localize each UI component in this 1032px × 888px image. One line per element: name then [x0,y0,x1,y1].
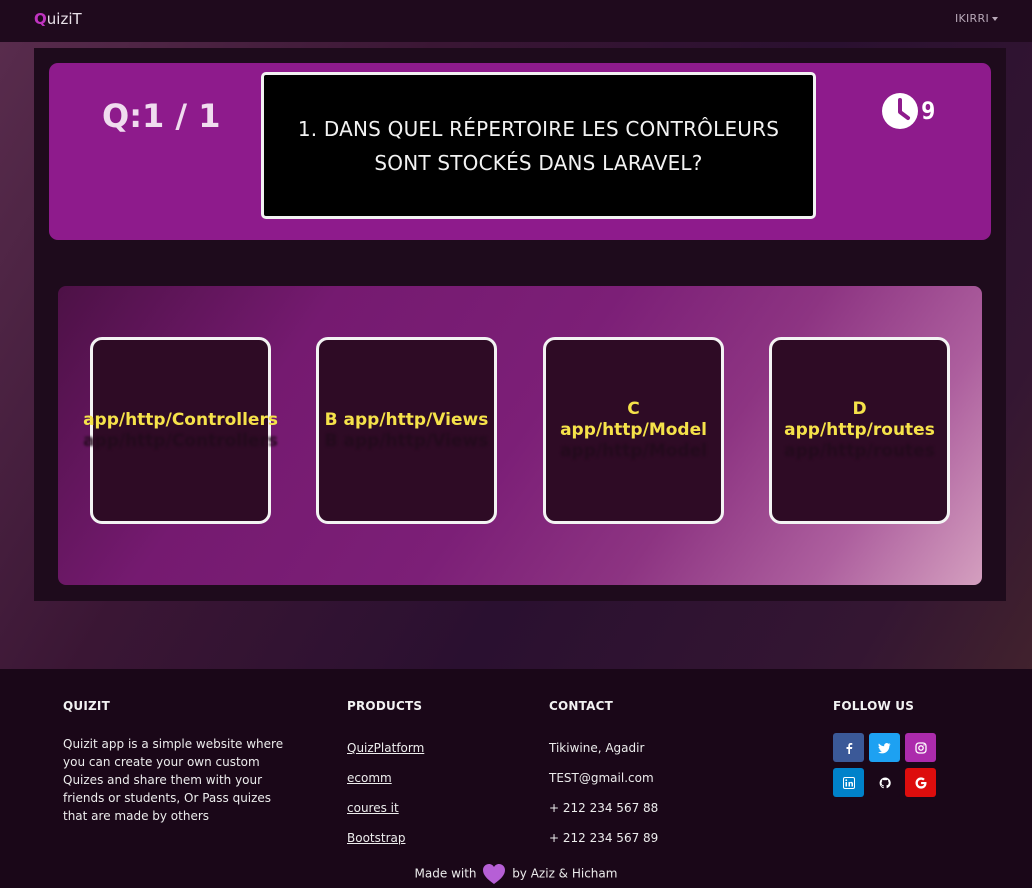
google-icon[interactable] [905,768,936,797]
caret-down-icon [992,17,998,21]
footer-link-coures-it[interactable]: coures it [347,799,424,829]
answer-label-shadow: B app/http/Views [324,430,489,451]
navbar: QuiziT IKIRRI [0,0,1032,42]
answers-area: app/http/Controllers app/http/Controller… [58,286,982,585]
answer-option-a[interactable]: app/http/Controllers app/http/Controller… [83,337,278,524]
credit-line: Made with by Aziz & Hicham [0,863,1032,885]
footer-link-quizplatform[interactable]: QuizPlatform [347,739,424,769]
credit-prefix: Made with [414,866,477,881]
footer-follow-heading: FOLLOW US [833,699,915,713]
contact-phone-2: + 212 234 567 89 [549,831,659,845]
footer-contact: CONTACT Tikiwine, Agadir TEST@gmail.com … [549,699,658,859]
facebook-icon[interactable] [833,733,864,762]
answer-label-shadow: app/http/Model [560,441,707,461]
social-links [833,733,936,797]
answer-label: app/http/Controllers [83,409,278,430]
question-counter: Q:1 / 1 [102,97,221,135]
answer-label-shadow: app/http/routes [784,441,935,461]
footer: QUIZIT Quizit app is a simple website wh… [0,669,1032,888]
contact-phone-1: + 212 234 567 88 [549,801,659,815]
footer-link-ecomm[interactable]: ecomm [347,769,424,799]
twitter-icon[interactable] [869,733,900,762]
question-box: 1. DANS QUEL RÉPERTOIRE LES CONTRÔLEURS … [261,72,816,219]
answer-option-c[interactable]: C app/http/Model app/http/Model [543,337,724,524]
footer-products-heading: PRODUCTS [347,699,423,713]
footer-products: PRODUCTS QuizPlatform ecomm coures it Bo… [347,699,424,859]
answer-label: C app/http/Model [560,399,707,440]
footer-about-heading: QUIZIT [63,699,110,713]
contact-email: TEST@gmail.com [549,771,654,785]
footer-link-bootstrap[interactable]: Bootstrap [347,829,424,859]
answer-label-shadow: app/http/Controllers [83,430,278,451]
user-name: IKIRRI [954,12,989,25]
footer-about-text: Quizit app is a simple website where you… [63,737,284,823]
answer-label: B app/http/Views [324,409,489,430]
brand-rest: uiziT [46,10,82,28]
instagram-icon[interactable] [905,733,936,762]
quiz-panel: Q:1 / 1 1. DANS QUEL RÉPERTOIRE LES CONT… [34,48,1006,601]
answer-option-b[interactable]: B app/http/Views B app/http/Views [316,337,497,524]
question-text: 1. DANS QUEL RÉPERTOIRE LES CONTRÔLEURS … [297,116,780,175]
timer-value: 9 [921,97,936,125]
question-card: Q:1 / 1 1. DANS QUEL RÉPERTOIRE LES CONT… [49,63,991,240]
answer-option-d[interactable]: D app/http/routes app/http/routes [769,337,950,524]
github-icon[interactable] [869,768,900,797]
linkedin-icon[interactable] [833,768,864,797]
brand-logo[interactable]: QuiziT [34,10,82,28]
brand-first-letter: Q [34,10,47,28]
user-menu[interactable]: IKIRRI [955,12,998,25]
footer-about: QUIZIT Quizit app is a simple website wh… [63,699,293,825]
contact-address: Tikiwine, Agadir [549,741,645,755]
footer-follow: FOLLOW US [833,699,936,797]
timer: 9 [881,91,935,131]
answer-label: D app/http/routes [784,399,935,440]
footer-contact-heading: CONTACT [549,699,613,713]
credit-suffix: by Aziz & Hicham [512,866,618,881]
heart-icon [483,864,506,884]
clock-icon [882,93,918,129]
